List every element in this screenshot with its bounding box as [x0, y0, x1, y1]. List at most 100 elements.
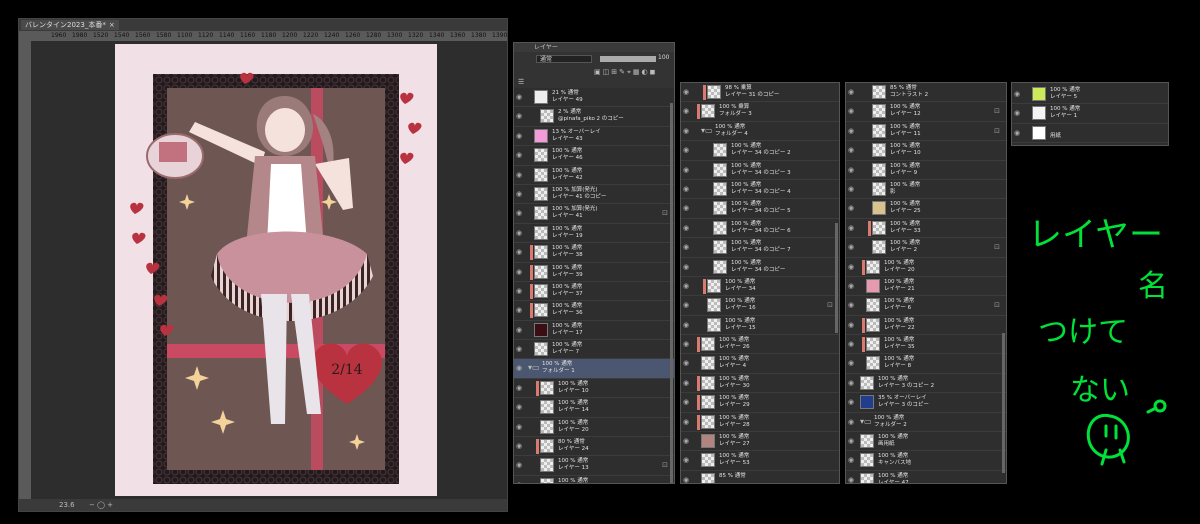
visibility-eye-icon[interactable]: ◉ — [683, 359, 692, 367]
visibility-eye-icon[interactable]: ◉ — [683, 398, 692, 406]
layer-row[interactable]: ◉ 100 % 通常 レイヤー 34 のコピー 5 — [681, 199, 839, 219]
layer-name[interactable]: 画用紙 — [878, 441, 895, 448]
visibility-eye-icon[interactable]: ◉ — [848, 185, 857, 193]
visibility-eye-icon[interactable]: ◉ — [516, 132, 525, 140]
visibility-eye-icon[interactable]: ◉ — [683, 166, 692, 174]
layer-row[interactable]: ◉ 100 % 通常 レイヤー 53 — [681, 451, 839, 471]
layer-row[interactable]: ◉ 100 % 通常 レイヤー 34 のコピー 6 — [681, 219, 839, 239]
layer-mask-icon[interactable]: ⊡ — [994, 243, 1000, 251]
layer-row[interactable]: ◉ 100 % 通常 レイヤー 36 — [514, 301, 674, 321]
layer-row[interactable]: ◉ 100 % 通常 レイヤー 22 — [846, 316, 1006, 336]
layer-name[interactable]: レイヤー 20 — [558, 427, 589, 434]
visibility-eye-icon[interactable]: ◉ — [516, 481, 525, 483]
visibility-eye-icon[interactable]: ◉ — [1014, 109, 1023, 117]
zoom-level[interactable]: 23.6 — [59, 499, 75, 511]
layer-name[interactable]: レイヤー 53 — [719, 460, 750, 467]
visibility-eye-icon[interactable]: ◉ — [516, 93, 525, 101]
visibility-eye-icon[interactable]: ◉ — [683, 243, 692, 251]
layer-row[interactable]: ◉ 85 % 通常 — [681, 471, 839, 483]
visibility-eye-icon[interactable]: ◉ — [683, 379, 692, 387]
layer-row[interactable]: ◉ 100 % 通常 レイヤー 27 — [681, 432, 839, 452]
visibility-eye-icon[interactable]: ◉ — [1014, 90, 1023, 98]
layer-name[interactable]: レイヤー 11 — [890, 131, 921, 138]
layer-row[interactable]: ◉ 100 % 通常 レイヤー 1 — [1012, 104, 1168, 124]
layer-row[interactable]: ◉ 100 % 通常 レイヤー 12 ⊡ — [846, 102, 1006, 122]
layer-name[interactable]: レイヤー 41 — [552, 213, 583, 220]
layer-row[interactable]: ◉ 用紙 — [1012, 124, 1168, 144]
layer-name[interactable]: レイヤー 37 — [552, 291, 583, 298]
layer-name[interactable]: レイヤー 6 — [884, 305, 911, 312]
layer-name[interactable]: レイヤー 29 — [719, 402, 750, 409]
layer-row[interactable]: ◉ 35 % オーバーレイ レイヤー 3 のコピー — [846, 393, 1006, 413]
layer-mask-icon[interactable]: ⊡ — [827, 301, 833, 309]
layer-row[interactable]: ◉ 100 % 通常 レイヤー 35 — [846, 335, 1006, 355]
layer-row[interactable]: ◉ 100 % 通常 レイヤー 25 — [846, 199, 1006, 219]
visibility-eye-icon[interactable]: ◉ — [848, 146, 857, 154]
layer-name[interactable]: レイヤー 20 — [884, 267, 915, 274]
layer-name[interactable]: キャンバス地 — [878, 460, 911, 467]
layer-row[interactable]: ◉ 21 % 通常 レイヤー 49 — [514, 88, 674, 108]
layer-row[interactable]: ◉ 100 % 通常 レイヤー 34 のコピー 7 — [681, 238, 839, 258]
artwork-canvas[interactable]: 2/14 — [115, 44, 437, 496]
visibility-eye-icon[interactable]: ◉ — [516, 384, 525, 392]
document-tab[interactable]: バレンタイン2023_本番* × — [21, 20, 119, 30]
layer-name[interactable]: レイヤー 5 — [1050, 94, 1077, 101]
layer-folder-row[interactable]: ◉ ▾▭ 100 % 通常 フォルダー 2 — [846, 413, 1006, 433]
layer-name[interactable]: フォルダー 2 — [874, 422, 907, 429]
visibility-eye-icon[interactable]: ◉ — [848, 243, 857, 251]
layer-name[interactable]: レイヤー 25 — [890, 208, 921, 215]
layer-name[interactable]: レイヤー 7 — [552, 349, 579, 356]
layer-row[interactable]: ◉ 100 % 通常 レイヤー 2 ⊡ — [846, 238, 1006, 258]
visibility-eye-icon[interactable]: ◉ — [683, 224, 692, 232]
visibility-eye-icon[interactable]: ◉ — [516, 423, 525, 431]
layer-menu-icon[interactable]: ☰ — [518, 78, 524, 86]
layer-lock-icons[interactable]: ▣◫⊞✎⌖▦◐◼ — [594, 68, 657, 77]
layer-name[interactable]: レイヤー 17 — [552, 330, 583, 337]
layer-name[interactable]: レイヤー 34 のコピー 5 — [731, 208, 791, 215]
layer-name[interactable]: レイヤー 26 — [719, 344, 750, 351]
layer-row[interactable]: ◉ 100 % 通常影 — [846, 180, 1006, 200]
layer-row[interactable]: ◉ 100 % 通常 レイヤー 26 — [681, 335, 839, 355]
layer-name[interactable]: レイヤー 21 — [884, 286, 915, 293]
folder-icon[interactable]: ▾▭ — [860, 417, 872, 426]
layer-row[interactable]: ◉ 2 % 通常 @pinafa_piko 2 のコピー — [514, 107, 674, 127]
layer-name[interactable]: レイヤー 14 — [558, 407, 589, 414]
layer-row[interactable]: ◉ 100 % 通常 レイヤー 34 のコピー 3 — [681, 161, 839, 180]
layer-mask-icon[interactable]: ⊡ — [994, 107, 1000, 115]
layer-name[interactable]: 影 — [890, 189, 896, 196]
layer-row[interactable]: ◉ 100 % 通常 レイヤー 34 のコピー 4 — [681, 180, 839, 200]
layer-name[interactable]: 用紙 — [1050, 133, 1061, 140]
layer-name[interactable]: レイヤー 16 — [725, 305, 756, 312]
visibility-eye-icon[interactable]: ◉ — [683, 437, 692, 445]
visibility-eye-icon[interactable]: ◉ — [848, 282, 857, 290]
layer-name[interactable]: レイヤー 13 — [558, 465, 589, 472]
layer-row[interactable]: ◉ 85 % 通常 コントラスト 2 — [846, 83, 1006, 103]
layer-row[interactable]: ◉ 100 % 通常 レイヤー 19 — [514, 224, 674, 244]
layer-row[interactable]: ◉ 100 % 通常 レイヤー 8 — [846, 354, 1006, 374]
layer-name[interactable]: レイヤー 9 — [890, 170, 917, 177]
layer-name[interactable]: レイヤー 10 — [558, 388, 589, 395]
layer-name[interactable]: レイヤー 10 — [890, 150, 921, 157]
visibility-eye-icon[interactable]: ◉ — [848, 456, 857, 464]
visibility-eye-icon[interactable]: ◉ — [848, 224, 857, 232]
layer-name[interactable]: レイヤー 19 — [552, 233, 583, 240]
visibility-eye-icon[interactable]: ◉ — [848, 340, 857, 348]
layer-row[interactable]: ◉ 100 % 通常 レイヤー 16 ⊡ — [681, 296, 839, 316]
layer-row[interactable]: ◉ 100 % 通常 レイヤー 34 のコピー — [681, 258, 839, 277]
layer-row[interactable]: ◉ 100 % 通常 レイヤー 28 — [681, 413, 839, 433]
visibility-eye-icon[interactable]: ◉ — [683, 282, 692, 290]
layer-row[interactable]: ◉ 100 % 通常 レイヤー 11 ⊡ — [846, 122, 1006, 142]
visibility-eye-icon[interactable]: ◉ — [516, 209, 525, 217]
layer-row[interactable]: ◉ 100 % 通常 レイヤー 30 — [681, 374, 839, 394]
visibility-eye-icon[interactable]: ◉ — [516, 442, 525, 450]
layer-row[interactable]: ◉ 100 % 通常 レイヤー 39 — [514, 263, 674, 282]
layer-name[interactable]: レイヤー 39 — [552, 272, 583, 279]
layer-row[interactable]: ◉ 100 % 通常 キャンバス地 — [846, 451, 1006, 471]
opacity-value[interactable]: 100 — [658, 54, 669, 61]
layer-row[interactable]: ◉ 100 % 通常 レイヤー 33 — [846, 219, 1006, 239]
layer-row[interactable]: ◉ 100 % 通常 レイヤー 17 — [514, 321, 674, 341]
layer-name[interactable]: レイヤー 34 のコピー 6 — [731, 228, 791, 235]
layer-row[interactable]: ◉ 98 % 乗算 レイヤー 31 のコピー — [681, 83, 839, 103]
layer-name[interactable]: レイヤー 27 — [719, 441, 750, 448]
layer-name[interactable]: レイヤー 4 — [719, 363, 746, 370]
